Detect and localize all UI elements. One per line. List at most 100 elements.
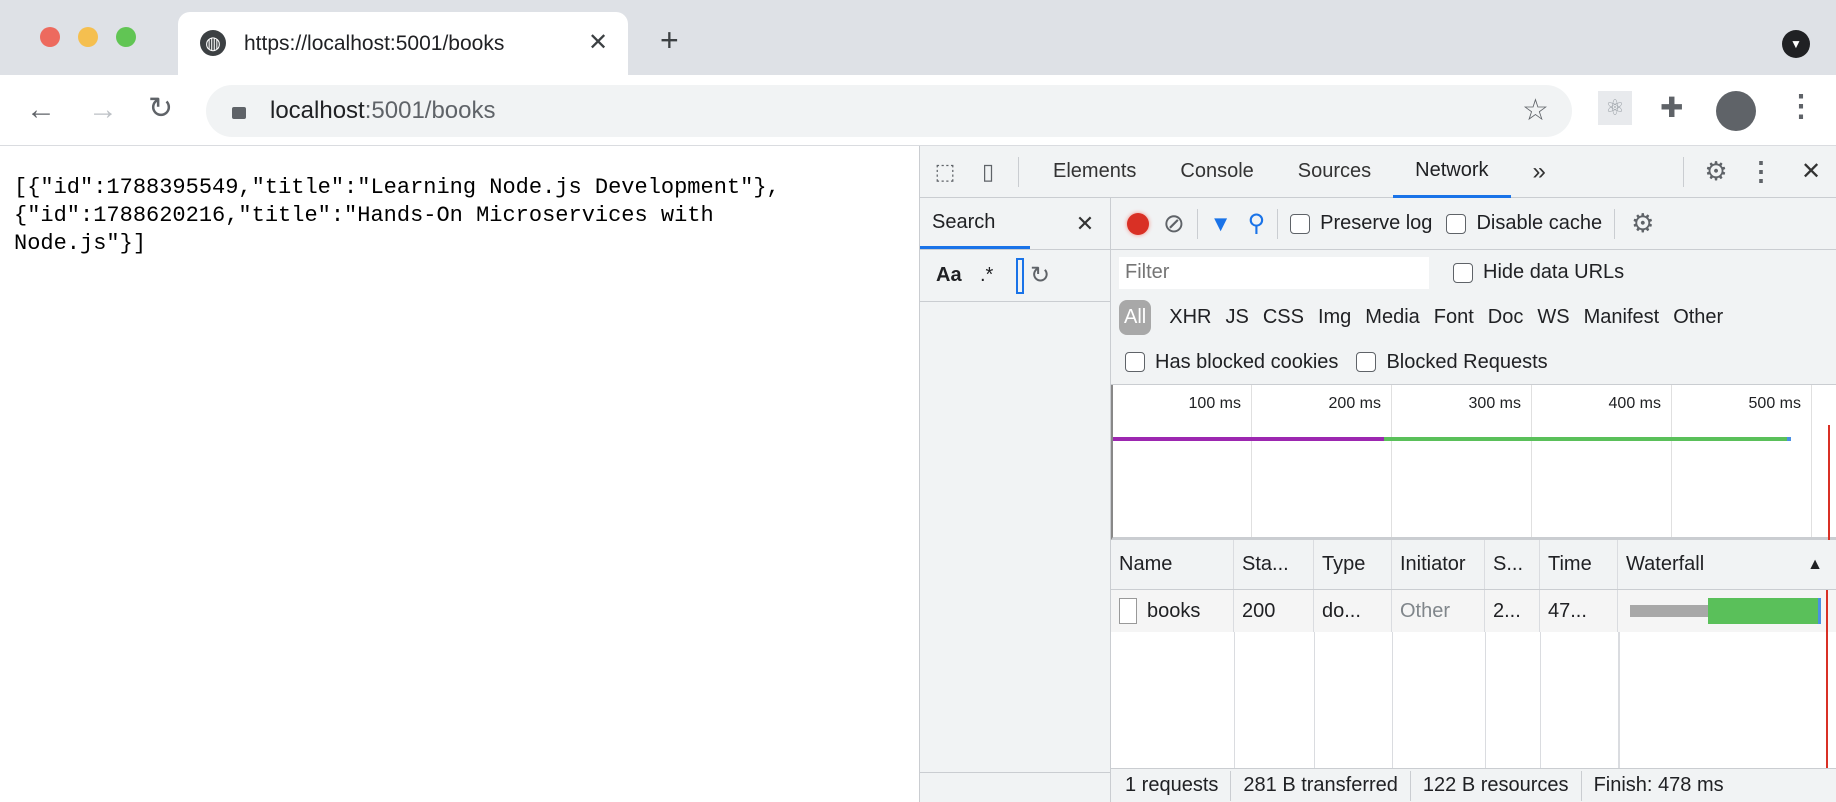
column-header-name[interactable]: Name bbox=[1111, 540, 1234, 589]
refresh-search-icon[interactable]: ↻ bbox=[1030, 261, 1050, 290]
filter-input[interactable] bbox=[1119, 256, 1429, 289]
search-icon[interactable]: ⚲ bbox=[1248, 209, 1266, 238]
back-icon[interactable]: ← bbox=[26, 93, 56, 127]
type-filter-font[interactable]: Font bbox=[1434, 306, 1474, 329]
divider bbox=[1018, 156, 1019, 187]
close-window-button[interactable] bbox=[40, 27, 60, 47]
column-header-status[interactable]: Sta... bbox=[1234, 540, 1314, 589]
grid-line bbox=[1251, 385, 1252, 537]
timeline-tick: 400 ms bbox=[1608, 395, 1661, 412]
hide-data-urls-checkbox[interactable] bbox=[1453, 262, 1473, 283]
type-filter-js[interactable]: JS bbox=[1225, 306, 1248, 329]
divider bbox=[1230, 770, 1232, 801]
network-status-bar: 1 requests 281 B transferred 122 B resou… bbox=[1111, 768, 1836, 802]
type-filter-media[interactable]: Media bbox=[1365, 306, 1419, 329]
table-row[interactable]: books 200 do... Other 2... 47... bbox=[1111, 590, 1836, 632]
react-extension-icon[interactable]: ⚛ bbox=[1598, 91, 1632, 125]
timeline-end-marker bbox=[1787, 437, 1791, 441]
bookmark-star-icon[interactable]: ☆ bbox=[1522, 93, 1549, 128]
devtools-menu-icon[interactable]: ⋮ bbox=[1736, 156, 1786, 187]
document-icon bbox=[1119, 598, 1137, 624]
devtools-tabbar: ⬚ ▯ Elements Console Sources Network » ⚙… bbox=[920, 146, 1836, 198]
inspect-element-icon[interactable]: ⬚ bbox=[920, 159, 970, 185]
tab-elements[interactable]: Elements bbox=[1031, 146, 1158, 198]
device-toolbar-icon[interactable]: ▯ bbox=[970, 159, 1006, 185]
column-divider bbox=[1314, 632, 1315, 768]
type-filter-other[interactable]: Other bbox=[1673, 306, 1723, 329]
column-header-type[interactable]: Type bbox=[1314, 540, 1392, 589]
waterfall-label: Waterfall bbox=[1626, 553, 1705, 575]
browser-tab[interactable]: ◍ https://localhost:5001/books ✕ bbox=[178, 12, 628, 75]
match-case-button[interactable]: Aa bbox=[920, 264, 980, 287]
close-devtools-icon[interactable]: ✕ bbox=[1786, 157, 1836, 186]
preserve-log-checkbox[interactable] bbox=[1290, 213, 1311, 234]
requests-count: 1 requests bbox=[1125, 774, 1219, 796]
has-blocked-cookies-checkbox[interactable] bbox=[1125, 352, 1145, 372]
request-name-text: books bbox=[1147, 599, 1201, 622]
zoom-window-button[interactable] bbox=[116, 27, 136, 47]
has-blocked-cookies-label: Has blocked cookies bbox=[1155, 350, 1339, 373]
search-tab[interactable]: Search bbox=[920, 198, 1030, 249]
settings-gear-icon[interactable]: ⚙ bbox=[1696, 156, 1736, 187]
type-filter-manifest[interactable]: Manifest bbox=[1584, 306, 1660, 329]
extensions-puzzle-icon[interactable]: ✚ bbox=[1660, 91, 1683, 124]
blocked-requests-checkbox[interactable] bbox=[1356, 352, 1377, 372]
close-tab-icon[interactable]: ✕ bbox=[588, 28, 608, 57]
type-filter-row: All XHR JS CSS Img Media Font Doc WS Man… bbox=[1111, 295, 1836, 340]
search-options: Aa .* ↻ bbox=[920, 250, 1110, 302]
type-filter-doc[interactable]: Doc bbox=[1488, 306, 1524, 329]
devtools-panel: ⬚ ▯ Elements Console Sources Network » ⚙… bbox=[919, 146, 1836, 802]
address-bar[interactable]: localhost:5001/books ☆ bbox=[206, 85, 1572, 137]
forward-icon[interactable]: → bbox=[88, 93, 118, 127]
tab-console[interactable]: Console bbox=[1158, 146, 1275, 198]
tab-search-icon[interactable]: ▼ bbox=[1782, 30, 1810, 58]
regex-button[interactable]: .* bbox=[980, 264, 1010, 287]
column-header-waterfall[interactable]: Waterfall ▲ bbox=[1618, 540, 1836, 589]
timeline-overview: 100 ms 200 ms 300 ms 400 ms 500 ms bbox=[1111, 385, 1836, 540]
tab-title: https://localhost:5001/books bbox=[244, 32, 505, 55]
clear-icon[interactable]: ⊘ bbox=[1163, 208, 1185, 239]
record-icon[interactable] bbox=[1127, 212, 1149, 235]
more-tabs-button[interactable]: » bbox=[1511, 146, 1568, 198]
tab-network[interactable]: Network bbox=[1393, 146, 1511, 198]
grid-line bbox=[1811, 385, 1812, 537]
network-settings-icon[interactable]: ⚙ bbox=[1631, 208, 1654, 239]
type-filter-img[interactable]: Img bbox=[1318, 306, 1351, 329]
type-filter-css[interactable]: CSS bbox=[1263, 306, 1304, 329]
filter-row: Hide data URLs bbox=[1111, 250, 1836, 295]
type-filter-ws[interactable]: WS bbox=[1537, 306, 1569, 329]
profile-avatar-icon[interactable] bbox=[1716, 91, 1756, 131]
column-divider bbox=[1618, 632, 1620, 768]
divider bbox=[1196, 208, 1198, 239]
load-event-line bbox=[1826, 590, 1828, 768]
divider bbox=[1580, 770, 1582, 801]
search-header: Search ✕ bbox=[920, 198, 1110, 250]
column-divider bbox=[1392, 632, 1393, 768]
table-header: Name Sta... Type Initiator S... Time Wat… bbox=[1111, 540, 1836, 590]
timeline-waiting-bar bbox=[1113, 437, 1384, 441]
minimize-window-button[interactable] bbox=[78, 27, 98, 47]
waterfall-waiting-bar bbox=[1630, 605, 1708, 617]
reload-icon[interactable]: ↻ bbox=[148, 91, 173, 126]
request-time: 47... bbox=[1540, 590, 1618, 632]
column-header-size[interactable]: S... bbox=[1485, 540, 1540, 589]
disable-cache-label: Disable cache bbox=[1476, 212, 1603, 234]
column-divider bbox=[1485, 632, 1486, 768]
timeline-download-bar bbox=[1384, 437, 1787, 441]
resources-size: 122 B resources bbox=[1422, 774, 1569, 796]
column-header-time[interactable]: Time bbox=[1540, 540, 1618, 589]
filter-funnel-icon[interactable]: ▼ bbox=[1210, 211, 1232, 237]
close-search-icon[interactable]: ✕ bbox=[1060, 211, 1110, 237]
grid-line bbox=[1531, 385, 1532, 537]
column-header-initiator[interactable]: Initiator bbox=[1392, 540, 1485, 589]
menu-kebab-icon[interactable]: ⋮ bbox=[1786, 89, 1816, 124]
divider bbox=[1614, 208, 1616, 239]
new-tab-icon[interactable]: + bbox=[660, 22, 679, 59]
type-filter-xhr[interactable]: XHR bbox=[1169, 306, 1211, 329]
finish-time: Finish: 478 ms bbox=[1593, 774, 1724, 796]
request-name: books bbox=[1111, 590, 1234, 632]
type-filter-all[interactable]: All bbox=[1119, 300, 1152, 335]
search-input[interactable] bbox=[1016, 257, 1024, 294]
tab-sources[interactable]: Sources bbox=[1276, 146, 1393, 198]
disable-cache-checkbox[interactable] bbox=[1446, 213, 1467, 234]
